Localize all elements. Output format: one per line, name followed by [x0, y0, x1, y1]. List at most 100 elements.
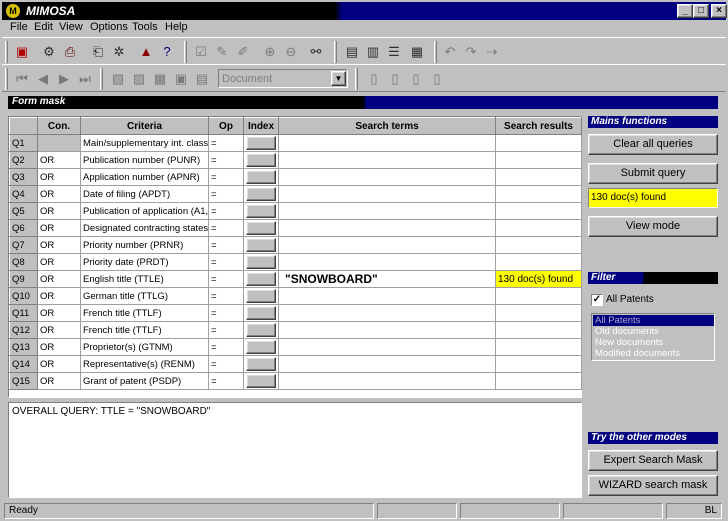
- binoculars-icon[interactable]: ⚯: [306, 42, 326, 62]
- table-row[interactable]: Q10 OR German title (TTLG) =: [9, 287, 582, 305]
- column-header-con[interactable]: Con.: [37, 117, 81, 135]
- search-terms-cell[interactable]: [278, 321, 496, 339]
- search-terms-cell[interactable]: [278, 287, 496, 305]
- search-terms-cell[interactable]: [278, 253, 496, 271]
- table-row[interactable]: Q13 OR Proprietor(s) (GTNM) =: [9, 338, 582, 356]
- connector-cell[interactable]: OR: [37, 151, 81, 169]
- index-button[interactable]: [246, 357, 276, 371]
- help-pointer-icon[interactable]: ?: [157, 42, 177, 62]
- toolbar-grip[interactable]: [355, 68, 358, 90]
- settings-icon[interactable]: ✲: [109, 42, 129, 62]
- chevron-down-icon[interactable]: ▼: [331, 71, 346, 86]
- menu-tools[interactable]: Tools: [132, 21, 158, 33]
- filter-option-new-documents[interactable]: New documents: [593, 337, 714, 348]
- connector-cell[interactable]: OR: [37, 219, 81, 237]
- mimosa-logo-icon[interactable]: M: [5, 3, 21, 19]
- toolbar-grip[interactable]: [5, 41, 8, 63]
- filter-option-all-patents[interactable]: All Patents: [593, 315, 714, 326]
- search-terms-cell[interactable]: [278, 338, 496, 356]
- index-button[interactable]: [246, 170, 276, 184]
- connector-cell[interactable]: OR: [37, 202, 81, 220]
- criteria-cell[interactable]: Main/supplementary int. classif: [80, 134, 209, 152]
- search-terms-cell[interactable]: [278, 372, 496, 390]
- connector-cell[interactable]: OR: [37, 270, 81, 288]
- operator-cell[interactable]: =: [208, 151, 244, 169]
- criteria-cell[interactable]: Grant of patent (PSDP): [80, 372, 209, 390]
- connector-cell[interactable]: OR: [37, 355, 81, 373]
- menu-help[interactable]: Help: [165, 21, 188, 33]
- criteria-cell[interactable]: French title (TTLF): [80, 321, 209, 339]
- printer-icon[interactable]: ⎗: [88, 42, 108, 62]
- index-button[interactable]: [246, 340, 276, 354]
- operator-cell[interactable]: =: [208, 236, 244, 254]
- table-row[interactable]: Q8 OR Priority date (PRDT) =: [9, 253, 582, 271]
- search-terms-cell[interactable]: [278, 236, 496, 254]
- view-mode-button[interactable]: View mode: [588, 216, 718, 237]
- overall-query-box[interactable]: OVERALL QUERY: TTLE = "SNOWBOARD": [8, 402, 582, 498]
- criteria-cell[interactable]: Priority date (PRDT): [80, 253, 209, 271]
- filter-option-modified-documents[interactable]: Modified documents: [593, 348, 714, 359]
- criteria-cell[interactable]: English title (TTLE): [80, 270, 209, 288]
- new-query-icon[interactable]: ▣: [12, 42, 32, 62]
- page-prev-icon[interactable]: ▯: [385, 69, 405, 89]
- table-row[interactable]: Q1 Main/supplementary int. classif =: [9, 134, 582, 152]
- search-terms-cell[interactable]: [278, 304, 496, 322]
- criteria-cell[interactable]: French title (TTLF): [80, 304, 209, 322]
- table-row[interactable]: Q4 OR Date of filing (APDT) =: [9, 185, 582, 203]
- page-last-icon[interactable]: ▯: [427, 69, 447, 89]
- column-header-index[interactable]: Index: [243, 117, 279, 135]
- criteria-cell[interactable]: Publication number (PUNR): [80, 151, 209, 169]
- criteria-cell[interactable]: Proprietor(s) (GTNM): [80, 338, 209, 356]
- toolbar-grip[interactable]: [334, 41, 337, 63]
- table-row[interactable]: Q14 OR Representative(s) (RENM) =: [9, 355, 582, 373]
- table-row[interactable]: Q12 OR French title (TTLF) =: [9, 321, 582, 339]
- operator-cell[interactable]: =: [208, 304, 244, 322]
- operator-cell[interactable]: =: [208, 355, 244, 373]
- hierarchy-icon[interactable]: ▲: [136, 42, 156, 62]
- search-terms-cell[interactable]: "SNOWBOARD": [278, 270, 496, 288]
- operator-cell[interactable]: =: [208, 321, 244, 339]
- search-db-icon[interactable]: ⚙: [39, 42, 59, 62]
- criteria-cell[interactable]: Priority number (PRNR): [80, 236, 209, 254]
- toolbar-grip[interactable]: [184, 41, 187, 63]
- table-row[interactable]: Q2 OR Publication number (PUNR) =: [9, 151, 582, 169]
- menu-edit[interactable]: Edit: [34, 21, 53, 33]
- undo-icon[interactable]: ↶: [440, 42, 460, 62]
- column-header-search-terms[interactable]: Search terms: [278, 117, 496, 135]
- operator-cell[interactable]: =: [208, 134, 244, 152]
- document-select[interactable]: Document ▼: [218, 69, 348, 88]
- share-icon[interactable]: ⇢: [482, 42, 502, 62]
- table-row[interactable]: Q7 OR Priority number (PRNR) =: [9, 236, 582, 254]
- operator-cell[interactable]: =: [208, 185, 244, 203]
- connector-cell[interactable]: OR: [37, 185, 81, 203]
- toolbar-grip[interactable]: [5, 68, 8, 90]
- table-row[interactable]: Q11 OR French title (TTLF) =: [9, 304, 582, 322]
- page-next-icon[interactable]: ▯: [406, 69, 426, 89]
- doc-view-icon[interactable]: ▦: [407, 42, 427, 62]
- index-button[interactable]: [246, 289, 276, 303]
- minimize-button[interactable]: _: [677, 4, 693, 18]
- column-header-search-results[interactable]: Search results: [495, 117, 582, 135]
- operator-cell[interactable]: =: [208, 219, 244, 237]
- image-edit-icon[interactable]: ▣: [171, 69, 191, 89]
- index-button[interactable]: [246, 238, 276, 252]
- table-row[interactable]: Q6 OR Designated contracting states (=: [9, 219, 582, 237]
- operator-cell[interactable]: =: [208, 338, 244, 356]
- criteria-cell[interactable]: Date of filing (APDT): [80, 185, 209, 203]
- image-view-icon[interactable]: ▧: [108, 69, 128, 89]
- table-row[interactable]: Q15 OR Grant of patent (PSDP) =: [9, 372, 582, 390]
- first-record-icon[interactable]: ⏮: [12, 69, 32, 89]
- operator-cell[interactable]: =: [208, 287, 244, 305]
- pen-icon[interactable]: ✎: [212, 42, 232, 62]
- connector-cell[interactable]: OR: [37, 372, 81, 390]
- connector-cell[interactable]: OR: [37, 168, 81, 186]
- search-terms-cell[interactable]: [278, 202, 496, 220]
- layout-left-icon[interactable]: ▤: [342, 42, 362, 62]
- filter-option-old-documents[interactable]: Old documents: [593, 326, 714, 337]
- connector-cell[interactable]: OR: [37, 236, 81, 254]
- toolbar-grip[interactable]: [100, 68, 103, 90]
- operator-cell[interactable]: =: [208, 270, 244, 288]
- connector-cell[interactable]: OR: [37, 287, 81, 305]
- index-button[interactable]: [246, 374, 276, 388]
- all-patents-checkbox[interactable]: ✓: [591, 294, 603, 306]
